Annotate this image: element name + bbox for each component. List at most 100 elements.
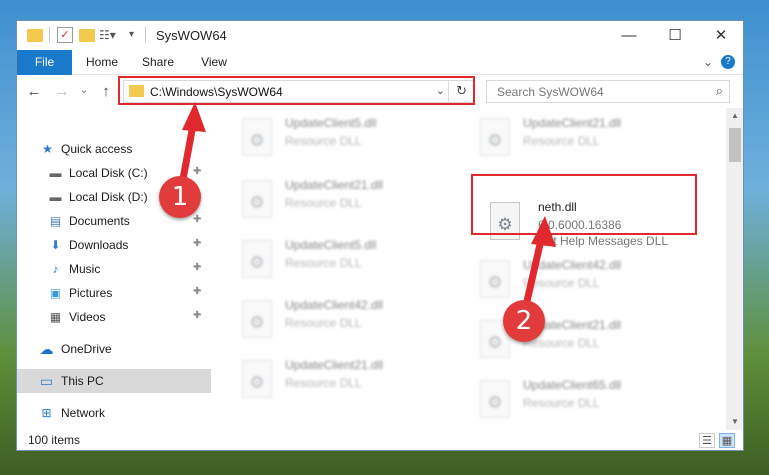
- nav-item-network[interactable]: ⊞ Network: [17, 401, 211, 425]
- nav-item-label: Network: [61, 406, 106, 420]
- up-button[interactable]: ↑: [97, 83, 115, 100]
- file-description: Resource DLL: [523, 396, 600, 410]
- file-name: UpdateClient21.dll: [285, 358, 384, 372]
- file-description: Resource DLL: [285, 134, 362, 148]
- dll-file-icon: ⚙: [242, 240, 272, 278]
- music-icon: ♪: [52, 262, 59, 276]
- pin-icon: ✚: [193, 238, 202, 249]
- title-bar: ✓ ☷▾ ▾ SysWOW64 — ☐ ✕: [17, 21, 743, 50]
- scroll-up-button[interactable]: ▲: [726, 108, 743, 124]
- nav-item-pictures[interactable]: ▣ Pictures ✚: [17, 281, 211, 305]
- maximize-button[interactable]: ☐: [652, 21, 698, 50]
- file-name: UpdateClient5.dll: [285, 116, 377, 130]
- nav-item-label: Music: [69, 262, 101, 276]
- file-name: UpdateClient5.dll: [285, 238, 377, 252]
- address-highlight-box: [118, 76, 475, 105]
- network-icon: ⊞: [41, 406, 52, 420]
- nav-item-music[interactable]: ♪ Music ✚: [17, 257, 211, 281]
- tab-share[interactable]: Share: [133, 50, 183, 75]
- dll-file-icon: ⚙: [480, 118, 510, 156]
- status-bar: 100 items ☰ ▦: [17, 430, 743, 450]
- search-icon[interactable]: ⌕: [716, 83, 723, 99]
- nav-item-quick-access[interactable]: ★ Quick access: [17, 137, 211, 161]
- customize-toolbar-icon[interactable]: ☷▾: [99, 27, 116, 43]
- this-pc-icon: ▭: [39, 373, 54, 389]
- details-view-icon[interactable]: ☰: [699, 433, 715, 448]
- collapse-ribbon-icon[interactable]: ⌄: [701, 55, 715, 69]
- file-item[interactable]: ⚙ UpdateClient5.dll Resource DLL: [232, 114, 462, 160]
- search-input[interactable]: Search SysWOW64 ⌕: [486, 80, 730, 103]
- dll-file-icon: ⚙: [242, 360, 272, 398]
- scroll-down-button[interactable]: ▼: [726, 414, 743, 430]
- file-name: UpdateClient65.dll: [523, 378, 622, 392]
- pictures-icon: ▣: [49, 286, 62, 300]
- file-description: Net Help Messages DLL: [538, 234, 669, 248]
- documents-icon: ▤: [49, 214, 62, 228]
- nav-item-this-pc[interactable]: ▭ This PC: [17, 369, 211, 393]
- file-item[interactable]: ⚙ UpdateClient5.dll Resource DLL: [232, 236, 462, 282]
- nav-item-downloads[interactable]: ⬇ Downloads ✚: [17, 233, 211, 257]
- item-count: 100 items: [28, 433, 81, 447]
- toolbar-separator: [49, 27, 50, 43]
- tab-home[interactable]: Home: [77, 50, 127, 75]
- file-item[interactable]: ⚙ UpdateClient42.dll Resource DLL: [470, 256, 700, 302]
- chevron-down-icon[interactable]: ▾: [129, 27, 145, 43]
- file-highlight-box: [471, 174, 697, 235]
- nav-item-label: Videos: [69, 310, 106, 324]
- file-name: UpdateClient42.dll: [523, 258, 622, 272]
- properties-icon[interactable]: ✓: [57, 27, 73, 43]
- nav-item-label: OneDrive: [61, 342, 112, 356]
- tab-file[interactable]: File: [17, 50, 72, 75]
- downloads-icon: ⬇: [50, 238, 61, 252]
- step-1-badge: 1: [159, 176, 201, 218]
- file-item[interactable]: ⚙ UpdateClient21.dll Resource DLL: [470, 114, 700, 160]
- navigation-pane: ★ Quick access ▬ Local Disk (C:) ✚ ▬ Loc…: [17, 108, 211, 430]
- file-description: Resource DLL: [285, 196, 362, 210]
- nav-item-label: Downloads: [69, 238, 129, 252]
- dll-file-icon: ⚙: [480, 260, 510, 298]
- file-name: UpdateClient42.dll: [285, 298, 384, 312]
- back-button[interactable]: ←: [25, 83, 43, 100]
- recent-locations-button[interactable]: ⌄: [75, 83, 93, 96]
- pin-icon: ✚: [193, 262, 202, 273]
- dll-file-icon: ⚙: [242, 300, 272, 338]
- nav-item-label: Documents: [69, 214, 130, 228]
- large-icons-view-icon[interactable]: ▦: [719, 433, 735, 448]
- forward-button[interactable]: →: [53, 83, 71, 100]
- nav-item-videos[interactable]: ▦ Videos ✚: [17, 305, 211, 329]
- file-item[interactable]: ⚙ UpdateClient65.dll Resource DLL: [470, 376, 700, 422]
- pin-icon: ✚: [193, 214, 202, 225]
- file-description: Resource DLL: [523, 276, 600, 290]
- file-description: Resource DLL: [523, 134, 600, 148]
- file-item[interactable]: ⚙ UpdateClient42.dll Resource DLL: [232, 296, 462, 342]
- file-list: ⚙ UpdateClient5.dll Resource DLL ⚙ Updat…: [222, 108, 726, 430]
- minimize-button[interactable]: —: [606, 21, 652, 50]
- search-placeholder: Search SysWOW64: [497, 85, 604, 99]
- vertical-scrollbar[interactable]: ▲ ▼: [726, 108, 743, 430]
- help-icon[interactable]: ?: [721, 55, 735, 69]
- pin-icon: ✚: [193, 166, 202, 177]
- folder-icon: [27, 29, 43, 42]
- nav-item-onedrive[interactable]: ☁ OneDrive: [17, 337, 211, 361]
- dll-file-icon: ⚙: [242, 118, 272, 156]
- ribbon-tabs: File Home Share View ⌄ ?: [17, 50, 743, 75]
- file-name: UpdateClient21.dll: [523, 116, 622, 130]
- close-button[interactable]: ✕: [698, 21, 743, 50]
- window-title: SysWOW64: [156, 28, 227, 43]
- nav-item-label: This PC: [61, 374, 104, 388]
- tab-view[interactable]: View: [189, 50, 239, 75]
- file-item[interactable]: ⚙ UpdateClient21.dll Resource DLL: [232, 356, 462, 402]
- drive-icon: ▬: [49, 190, 62, 204]
- file-description: Resource DLL: [285, 256, 362, 270]
- dll-file-icon: ⚙: [480, 380, 510, 418]
- new-folder-icon[interactable]: [79, 29, 95, 42]
- nav-item-label: Quick access: [61, 142, 133, 156]
- nav-item-label: Local Disk (C:): [69, 166, 148, 180]
- nav-item-label: Local Disk (D:): [69, 190, 148, 204]
- dll-file-icon: ⚙: [242, 180, 272, 218]
- toolbar-separator: [145, 27, 146, 43]
- file-item[interactable]: ⚙ UpdateClient21.dll Resource DLL: [232, 176, 462, 222]
- scroll-thumb[interactable]: [729, 128, 741, 162]
- star-icon: ★: [42, 142, 53, 156]
- videos-icon: ▦: [49, 310, 62, 324]
